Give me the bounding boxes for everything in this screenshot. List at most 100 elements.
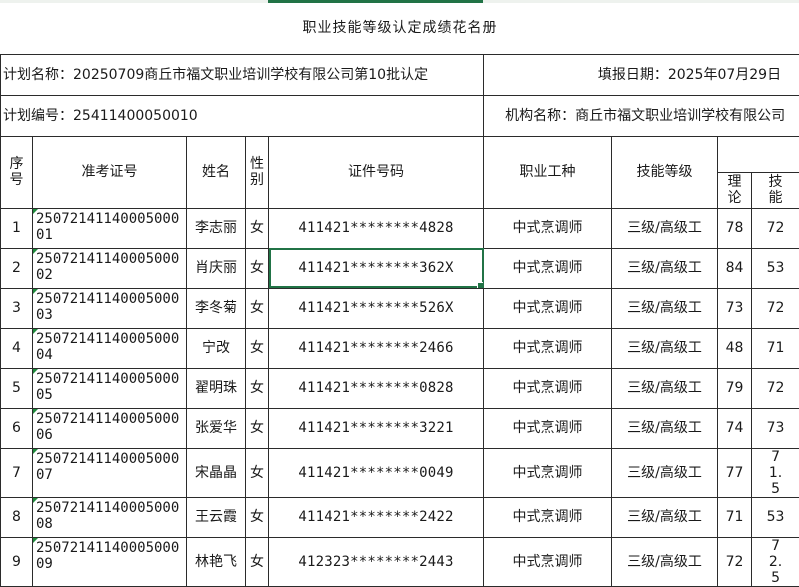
- name-cell[interactable]: 宋晶晶: [187, 448, 246, 497]
- occupation-cell[interactable]: 中式烹调师: [484, 537, 612, 586]
- gender-cell[interactable]: 女: [246, 448, 269, 497]
- theory-score-cell[interactable]: 48: [718, 328, 752, 368]
- skill-score-cell[interactable]: 53: [752, 497, 799, 537]
- name-cell[interactable]: 林艳飞: [187, 537, 246, 586]
- plan-no-cell[interactable]: 计划编号：25411400050010: [1, 95, 484, 136]
- theory-score-cell[interactable]: 79: [718, 368, 752, 408]
- id-no-cell[interactable]: 411421********2422: [269, 497, 484, 537]
- skill-score-cell[interactable]: 73: [752, 408, 799, 448]
- id-no-cell[interactable]: 411421********3221: [269, 408, 484, 448]
- gender-cell[interactable]: 女: [246, 248, 269, 288]
- exam-no-cell[interactable]: 2507214114000500009: [33, 537, 187, 586]
- exam-no-cell[interactable]: 2507214114000500003: [33, 288, 187, 328]
- theory-score-cell[interactable]: 84: [718, 248, 752, 288]
- level-cell[interactable]: 三级/高级工: [612, 208, 718, 248]
- skill-score-cell[interactable]: 72: [752, 288, 799, 328]
- id-no-cell[interactable]: 411421********2466: [269, 328, 484, 368]
- header-gender[interactable]: 性别: [246, 136, 269, 208]
- exam-no-cell[interactable]: 2507214114000500007: [33, 448, 187, 497]
- id-no-cell-selected[interactable]: 411421********362X: [269, 248, 484, 288]
- level-cell[interactable]: 三级/高级工: [612, 448, 718, 497]
- level-cell[interactable]: 三级/高级工: [612, 328, 718, 368]
- name-cell[interactable]: 李冬菊: [187, 288, 246, 328]
- plan-name-cell[interactable]: 计划名称：20250709商丘市福文职业培训学校有限公司第10批认定: [1, 54, 484, 95]
- seq-cell[interactable]: 5: [1, 368, 33, 408]
- id-no-cell[interactable]: 411421********4828: [269, 208, 484, 248]
- exam-no-cell[interactable]: 2507214114000500005: [33, 368, 187, 408]
- fill-date-cell[interactable]: 填报日期：2025年07月29日: [484, 54, 799, 95]
- id-no-cell[interactable]: 411421********0049: [269, 448, 484, 497]
- exam-no-cell[interactable]: 2507214114000500001: [33, 208, 187, 248]
- header-score-group[interactable]: [718, 136, 799, 172]
- name-cell[interactable]: 李志丽: [187, 208, 246, 248]
- table-row: 7 2507214114000500007 宋晶晶 女 411421******…: [1, 448, 799, 497]
- seq-cell[interactable]: 9: [1, 537, 33, 586]
- id-no-cell[interactable]: 412323********2443: [269, 537, 484, 586]
- header-level[interactable]: 技能等级: [612, 136, 718, 208]
- seq-cell[interactable]: 6: [1, 408, 33, 448]
- gender-cell[interactable]: 女: [246, 328, 269, 368]
- theory-score-cell[interactable]: 77: [718, 448, 752, 497]
- seq-cell[interactable]: 4: [1, 328, 33, 368]
- plan-name-label: 计划名称：: [3, 67, 73, 83]
- header-exam-no[interactable]: 准考证号: [33, 136, 187, 208]
- occupation-cell[interactable]: 中式烹调师: [484, 368, 612, 408]
- level-cell[interactable]: 三级/高级工: [612, 288, 718, 328]
- exam-no-cell[interactable]: 2507214114000500006: [33, 408, 187, 448]
- header-skill[interactable]: 技能: [752, 172, 799, 208]
- skill-score-cell[interactable]: 72.5: [752, 537, 799, 586]
- exam-no-cell[interactable]: 2507214114000500008: [33, 497, 187, 537]
- occupation-cell[interactable]: 中式烹调师: [484, 328, 612, 368]
- header-occupation[interactable]: 职业工种: [484, 136, 612, 208]
- skill-score-cell[interactable]: 72: [752, 368, 799, 408]
- theory-score-cell[interactable]: 78: [718, 208, 752, 248]
- seq-cell[interactable]: 3: [1, 288, 33, 328]
- exam-no-cell[interactable]: 2507214114000500002: [33, 248, 187, 288]
- level-cell[interactable]: 三级/高级工: [612, 537, 718, 586]
- skill-score-cell[interactable]: 71.5: [752, 448, 799, 497]
- occupation-cell[interactable]: 中式烹调师: [484, 248, 612, 288]
- occupation-cell[interactable]: 中式烹调师: [484, 208, 612, 248]
- name-cell[interactable]: 翟明珠: [187, 368, 246, 408]
- name-cell[interactable]: 王云霞: [187, 497, 246, 537]
- seq-cell[interactable]: 2: [1, 248, 33, 288]
- gender-cell[interactable]: 女: [246, 497, 269, 537]
- skill-score-cell[interactable]: 53: [752, 248, 799, 288]
- level-cell[interactable]: 三级/高级工: [612, 408, 718, 448]
- skill-score-cell[interactable]: 71: [752, 328, 799, 368]
- name-cell[interactable]: 张爱华: [187, 408, 246, 448]
- seq-cell[interactable]: 7: [1, 448, 33, 497]
- header-id-no[interactable]: 证件号码: [269, 136, 484, 208]
- exam-no-cell[interactable]: 2507214114000500004: [33, 328, 187, 368]
- header-theory[interactable]: 理论: [718, 172, 752, 208]
- name-cell[interactable]: 宁改: [187, 328, 246, 368]
- gender-cell[interactable]: 女: [246, 408, 269, 448]
- org-value: 商丘市福文职业培训学校有限公司: [575, 108, 785, 124]
- level-cell[interactable]: 三级/高级工: [612, 248, 718, 288]
- occupation-cell[interactable]: 中式烹调师: [484, 408, 612, 448]
- org-name-cell[interactable]: 机构名称：商丘市福文职业培训学校有限公司: [484, 95, 799, 136]
- theory-score-cell[interactable]: 71: [718, 497, 752, 537]
- header-name[interactable]: 姓名: [187, 136, 246, 208]
- seq-cell[interactable]: 1: [1, 208, 33, 248]
- table-row: 4 2507214114000500004 宁改 女 411421*******…: [1, 328, 799, 368]
- header-seq[interactable]: 序号: [1, 136, 33, 208]
- occupation-cell[interactable]: 中式烹调师: [484, 448, 612, 497]
- occupation-cell[interactable]: 中式烹调师: [484, 288, 612, 328]
- theory-score-cell[interactable]: 73: [718, 288, 752, 328]
- skill-score-cell[interactable]: 72: [752, 208, 799, 248]
- occupation-cell[interactable]: 中式烹调师: [484, 497, 612, 537]
- page-title[interactable]: 职业技能等级认定成绩花名册: [1, 3, 799, 54]
- gender-cell[interactable]: 女: [246, 537, 269, 586]
- level-cell[interactable]: 三级/高级工: [612, 497, 718, 537]
- gender-cell[interactable]: 女: [246, 208, 269, 248]
- gender-cell[interactable]: 女: [246, 288, 269, 328]
- gender-cell[interactable]: 女: [246, 368, 269, 408]
- seq-cell[interactable]: 8: [1, 497, 33, 537]
- theory-score-cell[interactable]: 74: [718, 408, 752, 448]
- level-cell[interactable]: 三级/高级工: [612, 368, 718, 408]
- name-cell[interactable]: 肖庆丽: [187, 248, 246, 288]
- theory-score-cell[interactable]: 72: [718, 537, 752, 586]
- id-no-cell[interactable]: 411421********526X: [269, 288, 484, 328]
- id-no-cell[interactable]: 411421********0828: [269, 368, 484, 408]
